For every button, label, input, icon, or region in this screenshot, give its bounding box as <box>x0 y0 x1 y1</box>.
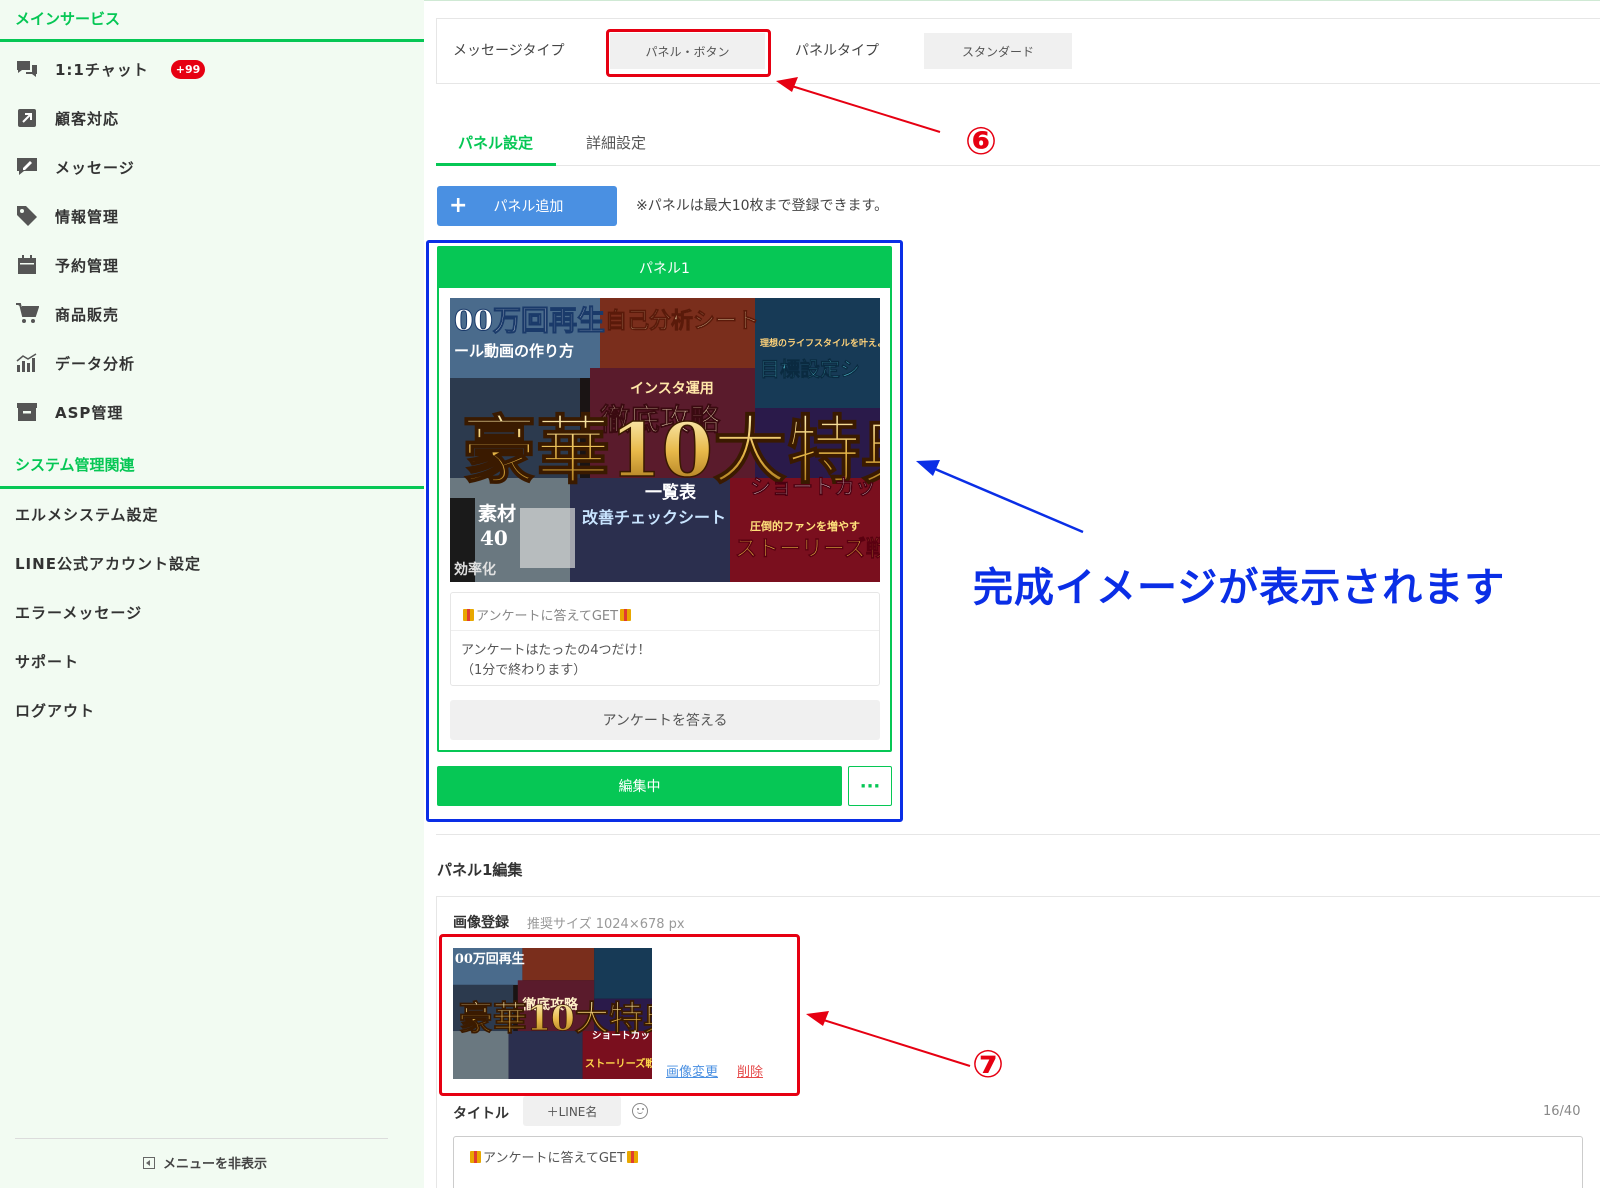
arrowhead-7 <box>806 1011 829 1026</box>
arrow-preview <box>927 464 1084 534</box>
arrowhead-preview <box>916 460 940 476</box>
annotation-number-7: ⑦ <box>972 1042 1005 1086</box>
annotation-number-6: ⑥ <box>965 119 998 163</box>
annotation-caption: 完成イメージが表示されます <box>973 565 1506 611</box>
arrow-7 <box>813 1016 971 1067</box>
arrow-6 <box>781 82 941 133</box>
arrowhead-6 <box>776 77 798 92</box>
